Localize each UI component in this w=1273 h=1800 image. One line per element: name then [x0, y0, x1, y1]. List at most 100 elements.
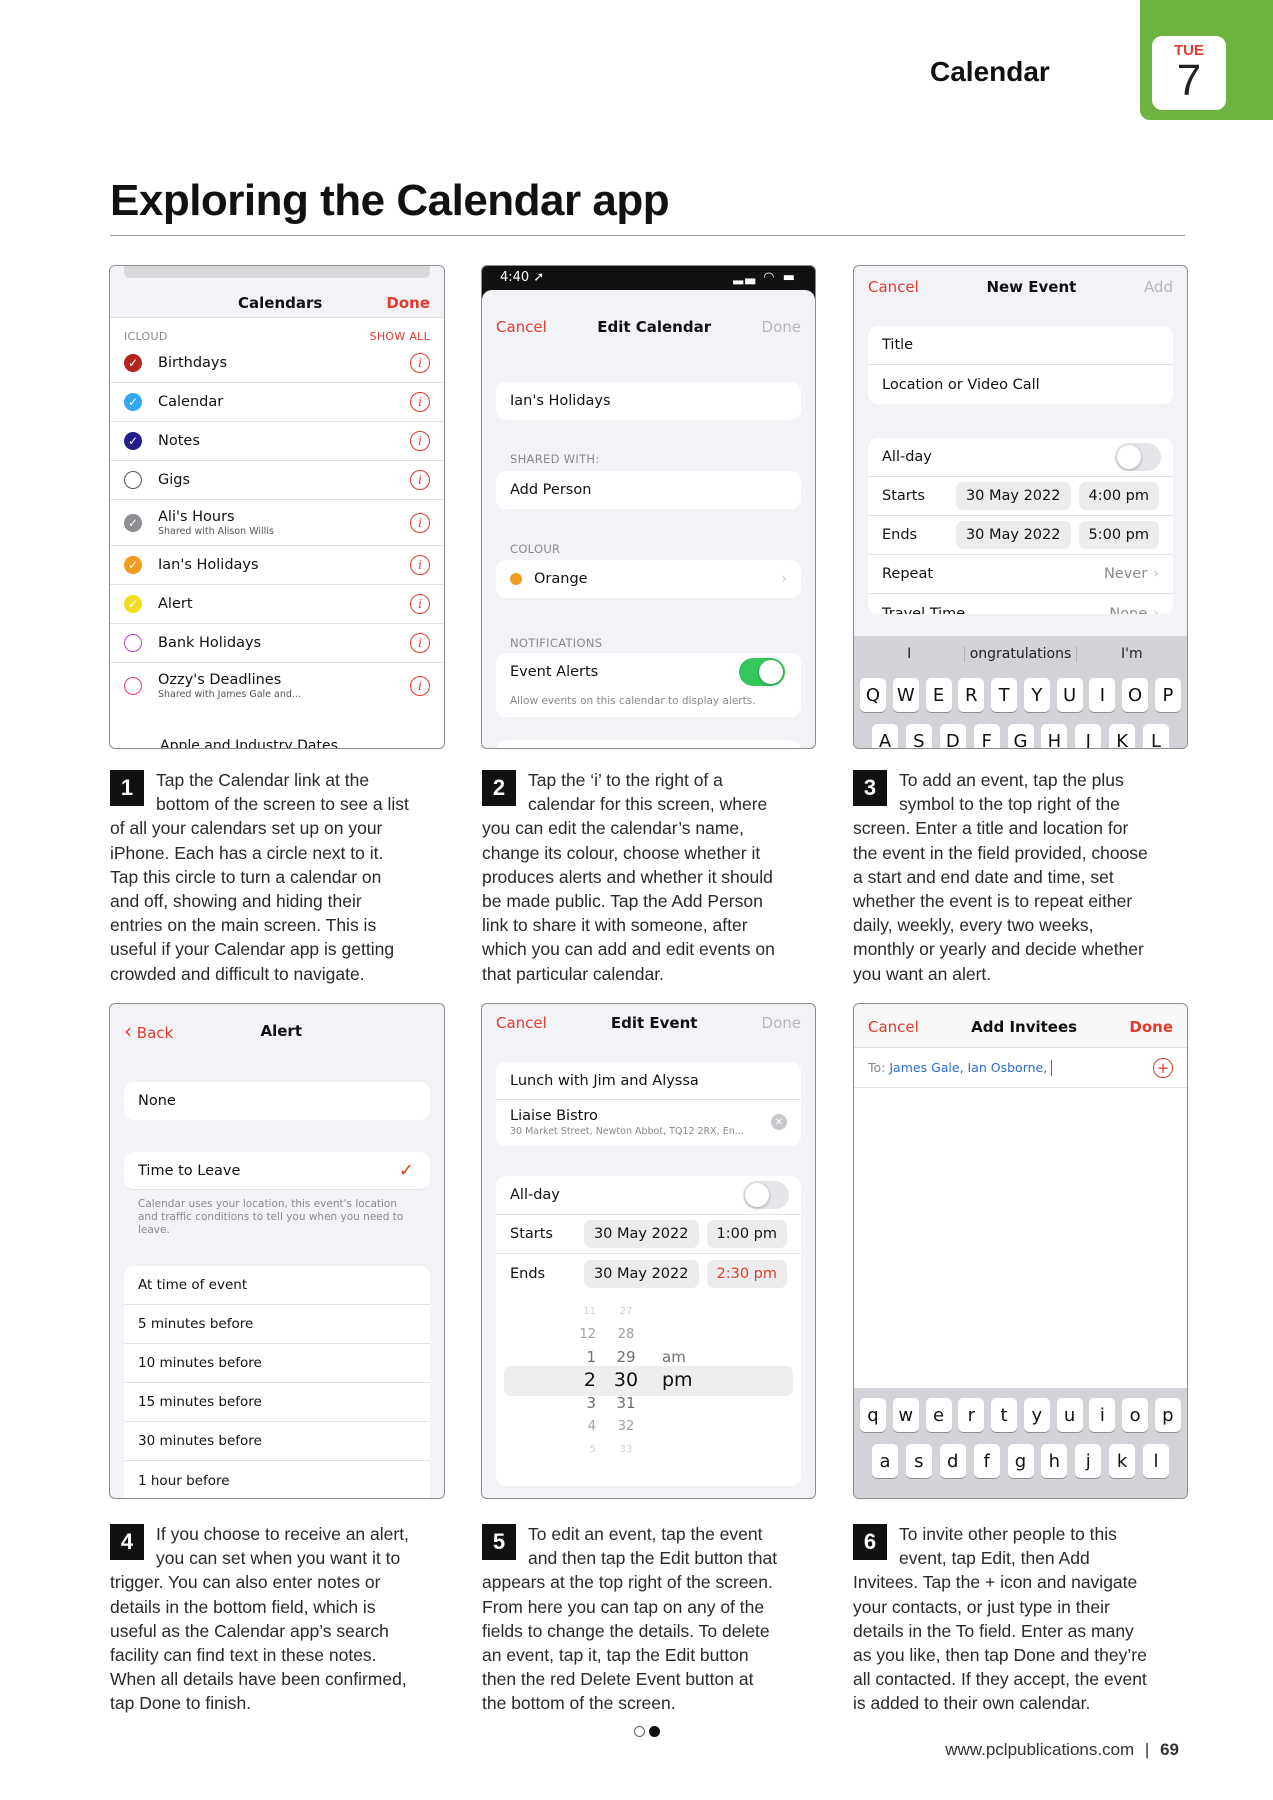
show-all-button[interactable]: SHOW ALL — [370, 330, 430, 343]
end-time[interactable]: 2:30 pm — [706, 1259, 787, 1288]
picker-value[interactable]: 30 — [608, 1369, 644, 1392]
key[interactable]: p — [1154, 1398, 1181, 1432]
picker-value[interactable]: 3 — [556, 1392, 596, 1415]
key[interactable]: t — [991, 1398, 1018, 1432]
alert-option-none[interactable]: None — [124, 1082, 430, 1120]
location-field[interactable]: Location or Video Call — [868, 365, 1173, 404]
check-circle-icon[interactable]: ✓ — [124, 556, 142, 574]
key[interactable]: f — [973, 1444, 1000, 1478]
calendar-list-item[interactable]: Bank Holidays i — [110, 624, 444, 663]
alert-option[interactable]: 30 minutes before — [124, 1422, 430, 1461]
key[interactable]: K — [1109, 724, 1136, 748]
key[interactable]: d — [939, 1444, 966, 1478]
key[interactable]: E — [925, 678, 952, 712]
key[interactable]: H — [1041, 724, 1068, 748]
picker-value[interactable]: 12 — [556, 1323, 596, 1346]
clear-icon[interactable]: ✕ — [771, 1114, 787, 1130]
info-icon[interactable]: i — [410, 676, 430, 696]
key[interactable]: G — [1007, 724, 1034, 748]
add-invitee-plus-icon[interactable]: + — [1153, 1057, 1173, 1078]
key[interactable]: j — [1075, 1444, 1102, 1478]
key[interactable]: g — [1007, 1444, 1034, 1478]
time-picker[interactable]: 11 12 1 2 3 4 5 27 28 29 30 31 32 33 am pm — [496, 1300, 801, 1466]
key[interactable]: e — [925, 1398, 952, 1432]
empty-circle-icon[interactable] — [124, 634, 142, 652]
end-time[interactable]: 5:00 pm — [1078, 521, 1159, 549]
picker-value[interactable]: am — [662, 1346, 702, 1369]
key[interactable]: R — [958, 678, 985, 712]
empty-circle-icon[interactable] — [124, 471, 142, 489]
start-date[interactable]: 30 May 2022 — [955, 482, 1071, 510]
key[interactable]: i — [1089, 1398, 1116, 1432]
key[interactable]: w — [892, 1398, 919, 1432]
alert-option[interactable]: At time of event — [124, 1266, 430, 1305]
key[interactable]: q — [860, 1398, 886, 1432]
keyboard-suggestion[interactable]: I — [854, 646, 964, 662]
event-location-field[interactable]: Liaise Bistro 30 Market Street, Newton A… — [496, 1100, 801, 1146]
alert-option[interactable]: 10 minutes before — [124, 1344, 430, 1383]
start-date[interactable]: 30 May 2022 — [583, 1220, 699, 1248]
alert-option-time-to-leave[interactable]: Time to Leave ✓ — [124, 1152, 430, 1190]
done-button[interactable]: Done — [1129, 1018, 1173, 1036]
to-field[interactable]: To: James Gale, Ian Osborne, + — [854, 1048, 1187, 1088]
check-circle-icon[interactable]: ✓ — [124, 432, 142, 450]
key[interactable]: h — [1041, 1444, 1068, 1478]
key[interactable]: T — [991, 678, 1018, 712]
picker-value[interactable]: 4 — [556, 1415, 596, 1438]
key[interactable]: J — [1075, 724, 1102, 748]
picker-value[interactable]: pm — [662, 1369, 702, 1392]
info-icon[interactable]: i — [410, 392, 430, 412]
key[interactable]: L — [1143, 724, 1169, 748]
end-date[interactable]: 30 May 2022 — [583, 1259, 699, 1288]
key[interactable]: l — [1143, 1444, 1169, 1478]
key[interactable]: r — [958, 1398, 985, 1432]
calendar-list-item[interactable]: ✓ Birthdays i — [110, 344, 444, 383]
picker-value[interactable]: 1 — [556, 1346, 596, 1369]
key[interactable]: A — [872, 724, 898, 748]
info-icon[interactable]: i — [410, 555, 430, 575]
key[interactable]: O — [1122, 678, 1149, 712]
key[interactable]: Y — [1023, 678, 1050, 712]
info-icon[interactable]: i — [410, 353, 430, 373]
key[interactable]: k — [1109, 1444, 1136, 1478]
key[interactable]: y — [1023, 1398, 1050, 1432]
key[interactable]: W — [892, 678, 919, 712]
back-button[interactable]: ‹ Back — [124, 1019, 173, 1043]
calendar-list-item[interactable]: Gigs i — [110, 461, 444, 500]
allday-toggle[interactable] — [1115, 443, 1161, 471]
start-time[interactable]: 1:00 pm — [706, 1220, 787, 1248]
add-button[interactable]: Add — [1144, 278, 1173, 296]
done-button[interactable]: Done — [762, 318, 801, 336]
event-alerts-toggle[interactable] — [739, 658, 785, 686]
cancel-button[interactable]: Cancel — [496, 1014, 547, 1032]
calendar-name-field[interactable]: Ian's Holidays — [496, 382, 801, 420]
info-icon[interactable]: i — [410, 512, 430, 533]
start-time[interactable]: 4:00 pm — [1078, 482, 1159, 510]
calendar-list-item[interactable]: ✓ Alert i — [110, 585, 444, 624]
info-icon[interactable]: i — [410, 431, 430, 451]
done-button[interactable]: Done — [762, 1014, 801, 1032]
key[interactable]: D — [939, 724, 966, 748]
info-icon[interactable]: i — [410, 470, 430, 490]
allday-toggle[interactable] — [743, 1181, 789, 1209]
picker-value[interactable]: 33 — [608, 1438, 644, 1461]
calendar-list-item[interactable]: ✓ Calendar i — [110, 383, 444, 422]
key[interactable]: F — [973, 724, 1000, 748]
footer-url[interactable]: www.pclpublications.com — [945, 1740, 1134, 1759]
check-circle-icon[interactable]: ✓ — [124, 393, 142, 411]
check-circle-icon[interactable]: ✓ — [124, 354, 142, 372]
alert-option[interactable]: 1 hour before — [124, 1461, 430, 1498]
picker-value[interactable]: 29 — [608, 1346, 644, 1369]
repeat-row[interactable]: Repeat Never › — [868, 555, 1173, 594]
picker-value[interactable]: 5 — [556, 1438, 596, 1461]
alert-option[interactable]: 5 minutes before — [124, 1305, 430, 1344]
key[interactable]: I — [1089, 678, 1116, 712]
travel-row[interactable]: Travel Time None › — [868, 594, 1173, 615]
add-person-button[interactable]: Add Person — [496, 471, 801, 509]
picker-value[interactable]: 31 — [608, 1392, 644, 1415]
picker-value[interactable]: 11 — [556, 1300, 596, 1323]
key[interactable]: a — [872, 1444, 898, 1478]
calendar-list-item[interactable]: ✓ Ian's Holidays i — [110, 546, 444, 585]
cancel-button[interactable]: Cancel — [868, 278, 919, 296]
event-title-field[interactable]: Lunch with Jim and Alyssa — [496, 1062, 801, 1100]
